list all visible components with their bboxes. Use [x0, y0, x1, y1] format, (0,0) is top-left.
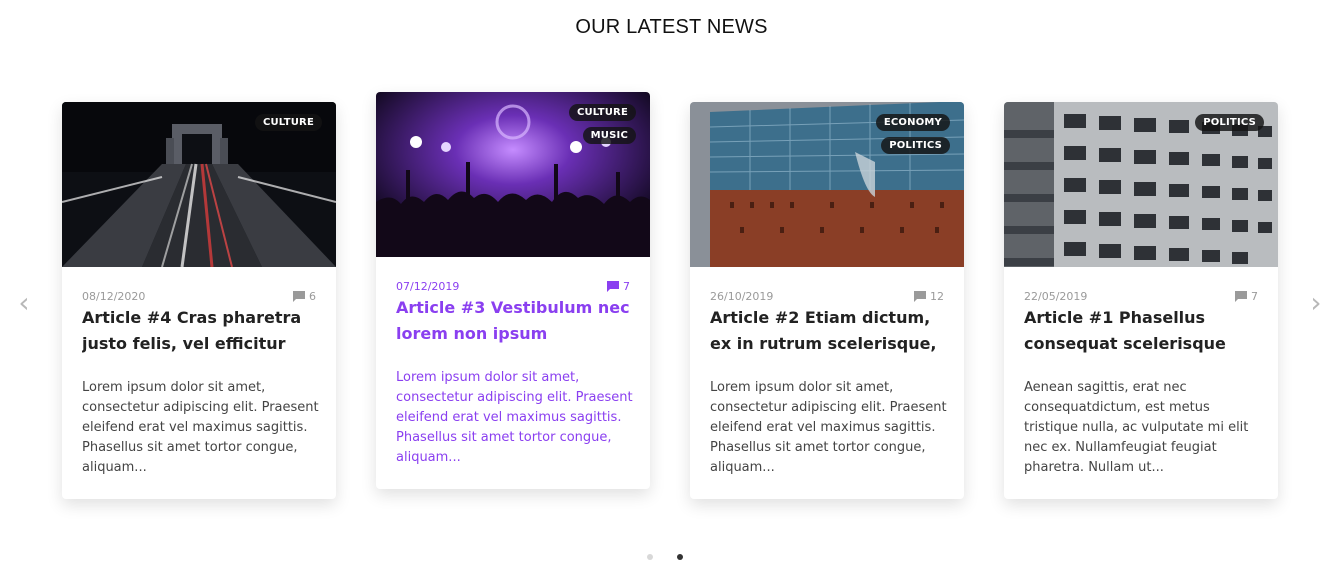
tag-label[interactable]: ECONOMY [875, 114, 950, 131]
comment-count: 6 [293, 290, 316, 303]
comment-icon [1235, 291, 1247, 302]
news-card-article-3[interactable]: CULTURE MUSIC 07/12/2019 7 Article #3 Ve… [376, 92, 650, 489]
article-image-night-highway[interactable]: CULTURE [62, 102, 336, 267]
comment-count: 7 [607, 280, 630, 293]
news-card-article-1[interactable]: POLITICS 22/05/2019 7 Article #1 Phasell… [1004, 102, 1278, 499]
tag-label[interactable]: POLITICS [1195, 114, 1264, 131]
section-title: OUR LATEST NEWS [575, 16, 768, 38]
card-date: 08/12/2020 [82, 290, 146, 303]
article-image-glass-building[interactable]: ECONOMY POLITICS [690, 102, 964, 267]
comment-count-value: 7 [1251, 290, 1258, 303]
comment-icon [607, 281, 619, 292]
card-tags: CULTURE [254, 114, 322, 131]
tag-label[interactable]: POLITICS [881, 137, 950, 154]
news-card-article-2[interactable]: ECONOMY POLITICS 26/10/2019 12 Article #… [690, 102, 964, 499]
card-title[interactable]: Article #2 Etiam dictum, ex in rutrum sc… [710, 305, 950, 357]
chevron-left-icon: ‹ [18, 286, 30, 319]
card-tags: POLITICS [1195, 114, 1264, 131]
article-image-concert[interactable]: CULTURE MUSIC [376, 92, 650, 257]
tag-label[interactable]: CULTURE [568, 104, 636, 121]
pagination-dot-2[interactable] [677, 554, 683, 560]
next-arrow[interactable]: › [1304, 288, 1328, 318]
comment-icon [914, 291, 926, 302]
article-image-apartment-building[interactable]: POLITICS [1004, 102, 1278, 267]
pagination-dot-1[interactable] [647, 554, 653, 560]
comment-count-value: 12 [930, 290, 944, 303]
card-title[interactable]: Article #3 Vestibulum nec lorem non ipsu… [396, 295, 636, 347]
news-card-article-4[interactable]: CULTURE 08/12/2020 6 Article #4 Cras pha… [62, 102, 336, 499]
card-excerpt: Aenean sagittis, erat nec consequatdictu… [1024, 380, 1249, 475]
comment-count-value: 6 [309, 290, 316, 303]
carousel-pagination [647, 554, 683, 560]
prev-arrow[interactable]: ‹ [12, 288, 36, 318]
comment-count: 12 [914, 290, 944, 303]
tag-label[interactable]: CULTURE [254, 114, 322, 131]
card-tags: CULTURE MUSIC [568, 104, 636, 144]
tag-label[interactable]: MUSIC [582, 127, 636, 144]
card-meta: 26/10/2019 12 [710, 290, 944, 304]
card-date: 07/12/2019 [396, 280, 460, 293]
card-meta: 07/12/2019 7 [396, 280, 630, 294]
comment-icon [293, 291, 305, 302]
comment-count: 7 [1235, 290, 1258, 303]
card-meta: 22/05/2019 7 [1024, 290, 1258, 304]
comment-count-value: 7 [623, 280, 630, 293]
card-excerpt: Lorem ipsum dolor sit amet, consectetur … [396, 370, 633, 465]
card-excerpt: Lorem ipsum dolor sit amet, consectetur … [710, 380, 947, 475]
card-tags: ECONOMY POLITICS [875, 114, 950, 154]
card-date: 22/05/2019 [1024, 290, 1088, 303]
card-excerpt: Lorem ipsum dolor sit amet, consectetur … [82, 380, 319, 475]
card-title[interactable]: Article #4 Cras pharetra justo felis, ve… [82, 305, 322, 357]
card-date: 26/10/2019 [710, 290, 774, 303]
card-meta: 08/12/2020 6 [82, 290, 316, 304]
chevron-right-icon: › [1310, 286, 1322, 319]
card-title[interactable]: Article #1 Phasellus consequat scelerisq… [1024, 305, 1264, 357]
